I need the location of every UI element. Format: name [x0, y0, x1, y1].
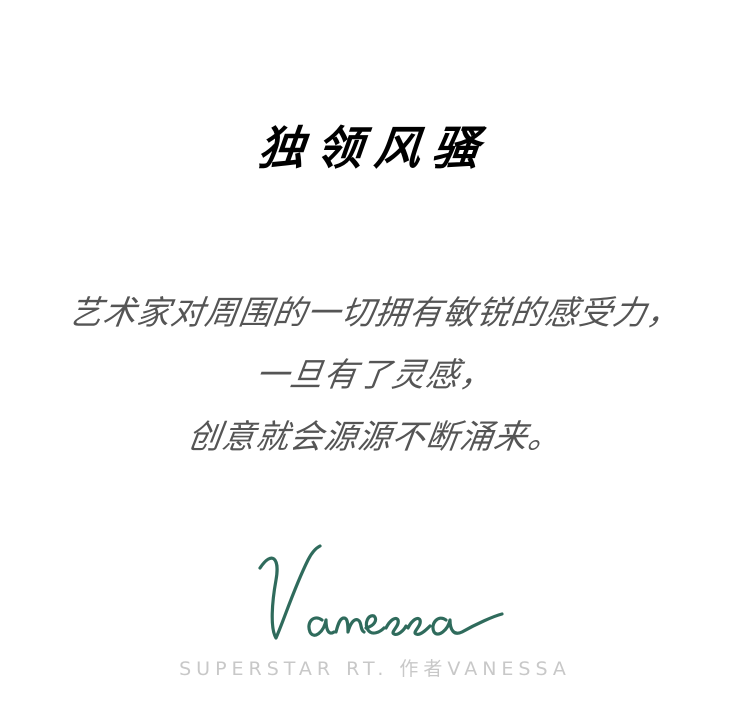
quote-line-2: 一旦有了灵感， [253, 355, 497, 394]
page: 独领风骚 艺术家对周围的一切拥有敏锐的感受力， 一旦有了灵感， 创意就会源源不断… [0, 0, 750, 724]
signature-image [258, 544, 504, 640]
quote-text: 艺术家对周围的一切拥有敏锐的感受力， 一旦有了灵感， 创意就会源源不断涌来。 [0, 282, 750, 468]
quote-line-3: 创意就会源源不断涌来。 [185, 417, 565, 456]
quote-line-1: 艺术家对周围的一切拥有敏锐的感受力， [66, 293, 684, 332]
credit-text: SUPERSTAR RT. 作者VANESSA [179, 658, 571, 680]
page-title: 独领风骚 [255, 121, 494, 175]
